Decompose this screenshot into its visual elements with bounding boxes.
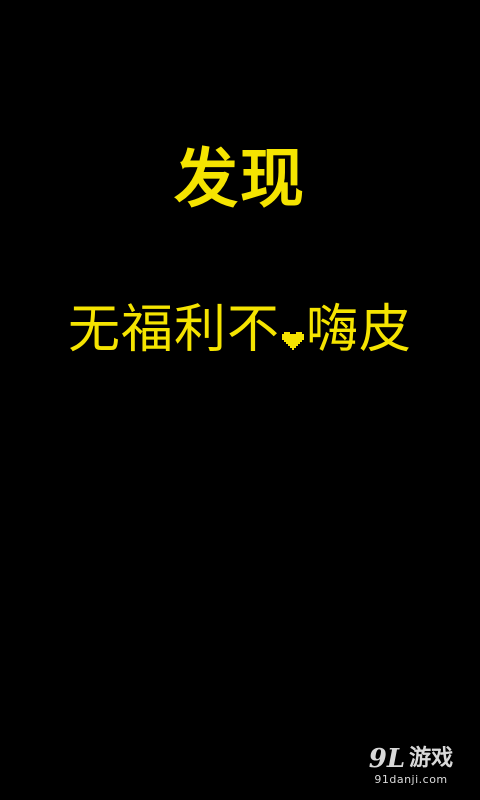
pixel-heart-icon (282, 299, 304, 367)
site-watermark: 9L 游戏 91danji.com (356, 746, 466, 786)
watermark-name: 游戏 (409, 746, 454, 771)
watermark-mark: 9L (368, 744, 406, 774)
splash-screen: 发现 无福利不 嗨皮 9L 游戏 91danji.com (0, 0, 480, 800)
slogan-text-end: 嗨皮 (306, 300, 413, 360)
watermark-logo: 9L 游戏 (356, 746, 466, 772)
slogan: 无福利不 嗨皮 (0, 296, 480, 367)
slogan-text-start: 无福利不 (67, 300, 280, 360)
headline-text: 发现 (174, 143, 306, 217)
watermark-domain: 91danji.com (374, 773, 448, 786)
